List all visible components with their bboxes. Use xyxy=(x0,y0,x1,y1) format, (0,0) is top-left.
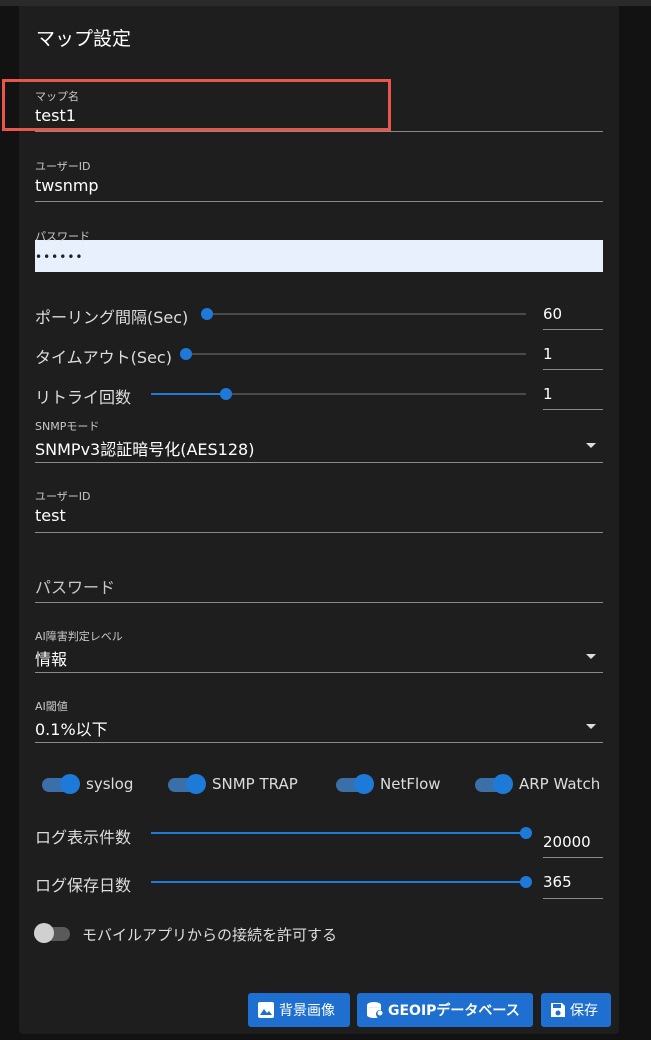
snmp-password-underline xyxy=(35,602,603,603)
netflow-toggle-thumb xyxy=(354,774,374,794)
password-value: •••••• xyxy=(35,250,84,264)
user-id-underline xyxy=(35,201,603,202)
netflow-label: NetFlow xyxy=(380,775,441,793)
timeout-slider-track[interactable] xyxy=(186,353,526,355)
user-id-field[interactable]: ユーザーID twsnmp xyxy=(35,158,603,203)
retry-value[interactable]: 1 xyxy=(543,385,553,403)
log-days-value-field[interactable]: 365 xyxy=(543,870,603,899)
ai-level-underline xyxy=(35,672,603,673)
password-label: パスワード xyxy=(35,230,90,243)
background-image-label: 背景画像 xyxy=(279,1003,335,1019)
polling-value-underline xyxy=(543,329,603,330)
background-image-button[interactable]: 背景画像 xyxy=(248,993,350,1027)
highlight-box xyxy=(2,79,391,131)
polling-value[interactable]: 60 xyxy=(543,305,562,323)
timeout-value-underline xyxy=(543,369,603,370)
snmp-user-id-input[interactable]: test xyxy=(35,506,66,525)
ai-threshold-select[interactable]: AI閾値 0.1%以下 xyxy=(35,698,603,743)
snmp-password-placeholder[interactable]: パスワード xyxy=(35,574,115,598)
user-id-label: ユーザーID xyxy=(35,160,91,173)
snmp-trap-toggle-thumb xyxy=(186,774,206,794)
log-count-value[interactable]: 20000 xyxy=(543,833,591,851)
chevron-down-icon[interactable] xyxy=(586,443,596,448)
ai-threshold-label: AI閾値 xyxy=(35,700,68,713)
arp-watch-toggle-thumb xyxy=(493,774,513,794)
log-days-value[interactable]: 365 xyxy=(543,873,572,891)
database-icon xyxy=(367,1002,384,1018)
save-label: 保存 xyxy=(570,1003,598,1019)
syslog-toggle[interactable]: syslog xyxy=(42,773,137,795)
image-icon xyxy=(258,1002,274,1018)
snmp-user-id-underline xyxy=(35,532,603,533)
ai-threshold-underline xyxy=(35,742,603,743)
polling-slider-track[interactable] xyxy=(207,313,526,315)
map-name-underline xyxy=(35,131,603,132)
timeout-slider-thumb[interactable] xyxy=(180,348,192,360)
geoip-database-label: GEOIPデータベース xyxy=(388,1003,520,1019)
ai-level-value[interactable]: 情報 xyxy=(35,646,67,670)
snmp-mode-select[interactable]: SNMPモード SNMPv3認証暗号化(AES128) xyxy=(35,418,603,463)
dialog-title: マップ設定 xyxy=(36,28,132,50)
mobile-access-toggle[interactable]: モバイルアプリからの接続を許可する xyxy=(34,922,364,944)
ai-level-label: AI障害判定レベル xyxy=(35,630,123,643)
log-days-slider-thumb[interactable] xyxy=(520,876,532,888)
polling-slider-thumb[interactable] xyxy=(201,308,213,320)
geoip-database-button[interactable]: GEOIPデータベース xyxy=(357,993,533,1027)
snmp-mode-value[interactable]: SNMPv3認証暗号化(AES128) xyxy=(35,436,254,460)
syslog-label: syslog xyxy=(86,775,134,793)
save-icon xyxy=(551,1003,565,1017)
log-days-slider-track[interactable] xyxy=(151,881,526,883)
timeout-label: タイムアウト(Sec) xyxy=(35,348,172,367)
netflow-toggle[interactable]: NetFlow xyxy=(336,773,446,795)
chevron-down-icon[interactable] xyxy=(586,654,596,659)
snmp-user-id-field[interactable]: ユーザーID test xyxy=(35,488,603,533)
snmp-mode-label: SNMPモード xyxy=(35,420,100,433)
mobile-toggle-thumb xyxy=(34,923,54,943)
snmp-trap-toggle[interactable]: SNMP TRAP xyxy=(168,773,303,795)
polling-label: ポーリング間隔(Sec) xyxy=(35,308,189,327)
retry-label: リトライ回数 xyxy=(35,388,132,407)
save-button[interactable]: 保存 xyxy=(541,993,611,1027)
arp-watch-toggle[interactable]: ARP Watch xyxy=(475,773,600,795)
snmp-trap-label: SNMP TRAP xyxy=(212,775,298,793)
mobile-access-label: モバイルアプリからの接続を許可する xyxy=(82,926,338,944)
retry-value-field[interactable]: 1 xyxy=(543,382,603,410)
log-count-value-field[interactable]: 20000 xyxy=(543,830,603,858)
log-days-value-underline xyxy=(543,898,603,899)
log-count-value-underline xyxy=(543,857,603,858)
log-count-slider-thumb[interactable] xyxy=(520,827,532,839)
snmp-user-id-label: ユーザーID xyxy=(35,490,91,503)
retry-value-underline xyxy=(543,409,603,410)
polling-value-field[interactable]: 60 xyxy=(543,302,603,330)
log-count-slider-track[interactable] xyxy=(151,832,526,834)
log-count-label: ログ表示件数 xyxy=(35,828,132,847)
log-days-label: ログ保存日数 xyxy=(35,876,132,895)
chevron-down-icon[interactable] xyxy=(586,724,596,729)
retry-slider-fill xyxy=(151,393,226,395)
timeout-value-field[interactable]: 1 xyxy=(543,342,603,370)
ai-threshold-value[interactable]: 0.1%以下 xyxy=(35,716,108,740)
ai-level-select[interactable]: AI障害判定レベル 情報 xyxy=(35,628,603,673)
timeout-value[interactable]: 1 xyxy=(543,345,553,363)
user-id-input[interactable]: twsnmp xyxy=(35,176,99,195)
snmp-password-field[interactable]: パスワード xyxy=(35,572,603,603)
syslog-toggle-thumb xyxy=(60,774,80,794)
retry-slider-thumb[interactable] xyxy=(220,388,232,400)
snmp-mode-underline xyxy=(35,462,603,463)
password-field: パスワード xyxy=(35,228,603,273)
arp-watch-label: ARP Watch xyxy=(519,775,601,793)
